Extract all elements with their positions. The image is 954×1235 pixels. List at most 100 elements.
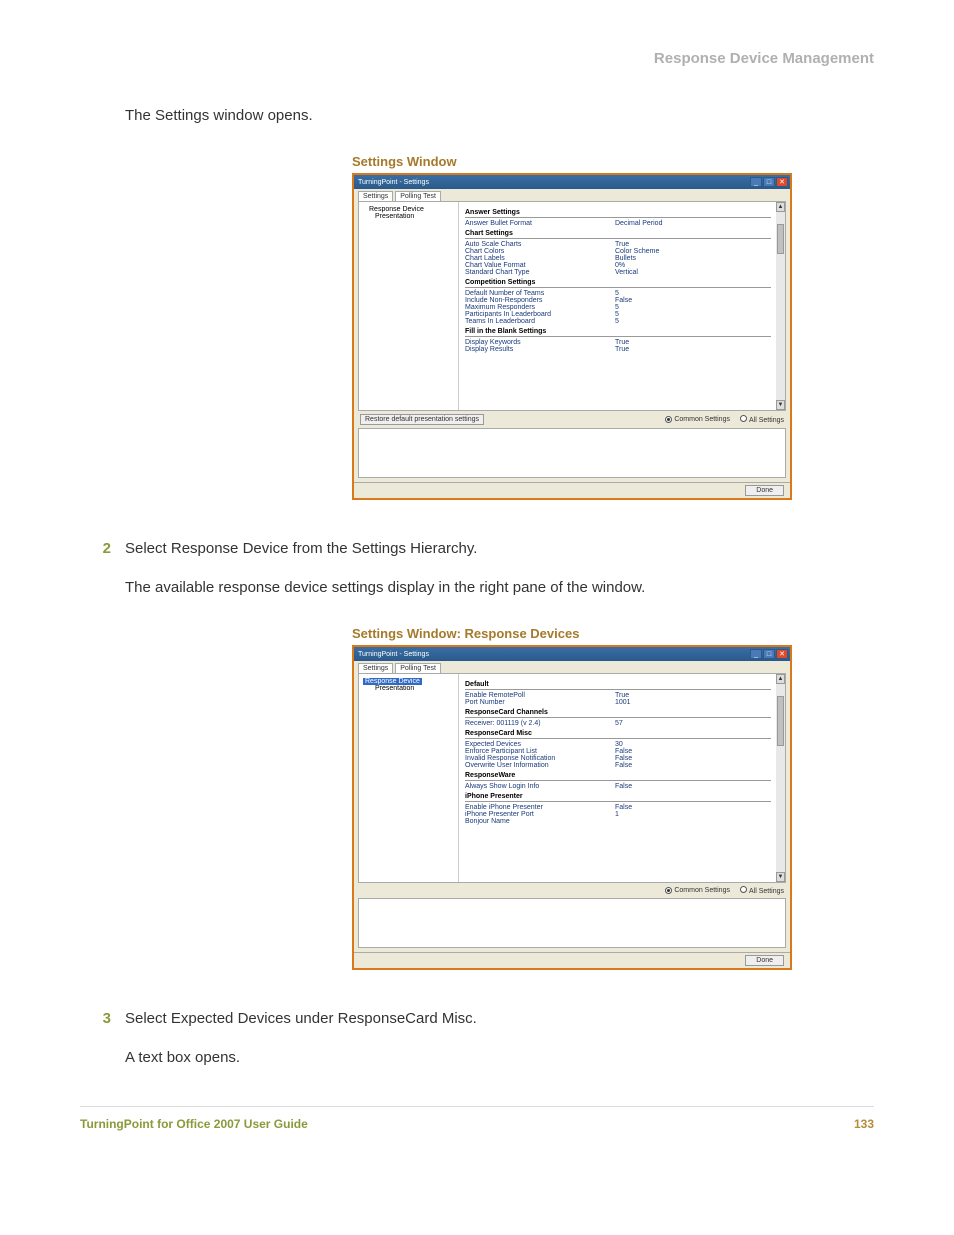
minimize-icon[interactable]: _ [750,649,762,659]
description-area [358,898,786,948]
scroll-up-icon[interactable]: ▲ [776,202,785,212]
maximize-icon[interactable]: □ [763,649,775,659]
radio-icon [740,886,747,893]
footer-page-number: 133 [854,1117,874,1131]
window-title: TurningPoint - Settings [358,651,429,658]
window-controls: _ □ ✕ [750,177,788,187]
section-default: Default [465,681,771,690]
setting-key: Bonjour Name [465,818,615,825]
close-icon[interactable]: ✕ [776,177,788,187]
setting-key: Teams In Leaderboard [465,318,615,325]
done-button[interactable]: Done [745,485,784,496]
setting-value: Bullets [615,255,636,262]
tree-item-response-device[interactable]: Response Device [363,678,422,685]
setting-row[interactable]: Always Show Login InfoFalse [465,783,779,790]
tab-settings[interactable]: Settings [358,191,393,201]
setting-row[interactable]: Enable RemotePollTrue [465,692,779,699]
titlebar: TurningPoint - Settings _ □ ✕ [354,175,790,189]
setting-value: 30 [615,741,623,748]
restore-defaults-button[interactable]: Restore default presentation settings [360,414,484,425]
radio-label: All Settings [749,417,784,424]
setting-row[interactable]: Display KeywordsTrue [465,339,779,346]
setting-row[interactable]: Chart Value Format0% [465,262,779,269]
setting-row[interactable]: Default Number of Teams5 [465,290,779,297]
setting-key: Answer Bullet Format [465,220,615,227]
maximize-icon[interactable]: □ [763,177,775,187]
setting-value: False [615,783,632,790]
setting-key: Expected Devices [465,741,615,748]
scrollbar[interactable]: ▲ ▼ [776,202,785,410]
setting-row[interactable]: Participants In Leaderboard5 [465,311,779,318]
setting-row[interactable]: Auto Scale ChartsTrue [465,241,779,248]
scroll-up-icon[interactable]: ▲ [776,674,785,684]
step-3: 3 Select Expected Devices under Response… [80,1010,874,1027]
radio-all-settings[interactable]: All Settings [740,886,784,895]
step-2: 2 Select Response Device from the Settin… [80,540,874,557]
setting-row[interactable]: Bonjour Name [465,818,779,825]
page-footer: TurningPoint for Office 2007 User Guide … [80,1106,874,1131]
setting-value: False [615,297,632,304]
setting-row[interactable]: Include Non-RespondersFalse [465,297,779,304]
setting-key: Display Keywords [465,339,615,346]
intro-text: The Settings window opens. [125,107,874,124]
setting-value: True [615,241,629,248]
section-iphone-presenter: iPhone Presenter [465,793,771,802]
setting-row[interactable]: Invalid Response NotificationFalse [465,755,779,762]
setting-key: Chart Labels [465,255,615,262]
setting-value: True [615,692,629,699]
setting-value: 57 [615,720,623,727]
setting-key: Receiver: 001119 (v 2.4) [465,720,615,727]
setting-row[interactable]: Chart ColorsColor Scheme [465,248,779,255]
scroll-thumb[interactable] [777,224,784,254]
scroll-thumb[interactable] [777,696,784,746]
setting-row[interactable]: Chart LabelsBullets [465,255,779,262]
done-button[interactable]: Done [745,955,784,966]
scrollbar[interactable]: ▲ ▼ [776,674,785,882]
tabs-row: Settings Polling Test [354,661,790,673]
setting-row[interactable]: Enable iPhone PresenterFalse [465,804,779,811]
tree-item-presentation[interactable]: Presentation [363,685,454,692]
tree-item-presentation[interactable]: Presentation [363,213,454,220]
close-icon[interactable]: ✕ [776,649,788,659]
setting-key: Maximum Responders [465,304,615,311]
radio-icon [665,887,672,894]
setting-row[interactable]: Overwrite User InformationFalse [465,762,779,769]
setting-row[interactable]: Receiver: 001119 (v 2.4)57 [465,720,779,727]
setting-key: Participants In Leaderboard [465,311,615,318]
setting-key: iPhone Presenter Port [465,811,615,818]
radio-common-settings[interactable]: Common Settings [665,416,730,423]
scroll-down-icon[interactable]: ▼ [776,400,785,410]
section-fill-blank-settings: Fill in the Blank Settings [465,328,771,337]
setting-row[interactable]: Enforce Participant ListFalse [465,748,779,755]
settings-pane: Answer Settings Answer Bullet FormatDeci… [459,202,785,410]
setting-row[interactable]: Answer Bullet FormatDecimal Period [465,220,779,227]
setting-row[interactable]: Display ResultsTrue [465,346,779,353]
setting-value: Color Scheme [615,248,659,255]
tree-item-response-device[interactable]: Response Device [363,206,454,213]
setting-value: 5 [615,304,619,311]
setting-row[interactable]: Port Number1001 [465,699,779,706]
setting-row[interactable]: Standard Chart TypeVertical [465,269,779,276]
minimize-icon[interactable]: _ [750,177,762,187]
setting-value: Decimal Period [615,220,662,227]
step-3-subtext: A text box opens. [125,1049,874,1066]
step-text: Select Response Device from the Settings… [125,540,874,557]
setting-row[interactable]: Maximum Responders5 [465,304,779,311]
settings-filter-radios: Common Settings All Settings [665,414,784,425]
tab-polling-test[interactable]: Polling Test [395,191,441,201]
scroll-down-icon[interactable]: ▼ [776,872,785,882]
section-responseware: ResponseWare [465,772,771,781]
setting-row[interactable]: Teams In Leaderboard5 [465,318,779,325]
radio-label: Common Settings [674,887,730,894]
tabs-row: Settings Polling Test [354,189,790,201]
setting-value: True [615,346,629,353]
tab-polling-test[interactable]: Polling Test [395,663,441,673]
setting-row[interactable]: Expected Devices30 [465,741,779,748]
radio-all-settings[interactable]: All Settings [740,415,784,424]
setting-row[interactable]: iPhone Presenter Port1 [465,811,779,818]
setting-value: False [615,748,632,755]
setting-key: Chart Value Format [465,262,615,269]
setting-key: Overwrite User Information [465,762,615,769]
radio-common-settings[interactable]: Common Settings [665,887,730,894]
tab-settings[interactable]: Settings [358,663,393,673]
